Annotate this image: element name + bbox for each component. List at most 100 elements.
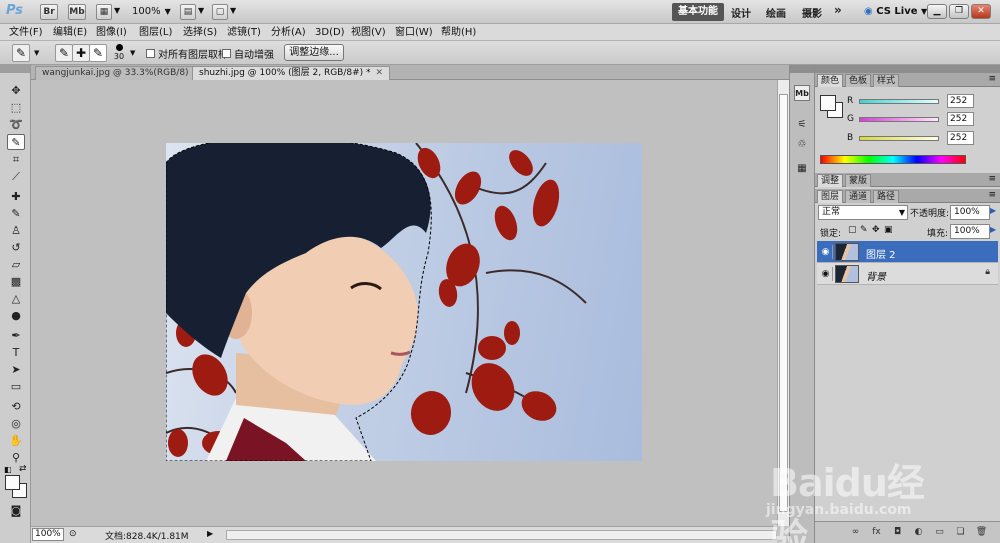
chevron-down-icon[interactable]: ▼ xyxy=(34,49,39,57)
minimize-button[interactable]: ▁ xyxy=(927,4,947,19)
screen-mode-icon[interactable]: ▢ xyxy=(212,4,228,20)
eraser-tool-icon[interactable]: ▱ xyxy=(7,257,25,273)
dock-header[interactable] xyxy=(815,65,1000,73)
menu-layer[interactable]: 图层(L) xyxy=(139,25,172,40)
tab-shuzhi[interactable]: shuzhi.jpg @ 100% (图层 2, RGB/8#) * ✕ xyxy=(192,66,391,80)
tab-wangjunkai[interactable]: wangjunkai.jpg @ 33.3%(RGB/8)✕ xyxy=(35,66,209,80)
chevron-down-icon[interactable]: ▼ xyxy=(198,6,204,15)
bridge-button[interactable]: Br xyxy=(40,4,58,20)
move-tool-icon[interactable]: ✥ xyxy=(7,83,25,99)
guides-icon[interactable]: ▦ xyxy=(96,4,112,20)
layer-name[interactable]: 图层 2 xyxy=(866,246,896,261)
lock-position-icon[interactable]: ✥ xyxy=(872,225,880,235)
layer-thumbnail[interactable] xyxy=(835,265,859,283)
add-mask-icon[interactable]: ◘ xyxy=(891,526,904,539)
layer-name[interactable]: 背景 xyxy=(866,268,886,283)
workspace-painting[interactable]: 绘画 xyxy=(766,5,786,20)
mini-bridge-icon[interactable]: Mb xyxy=(794,85,810,101)
type-tool-icon[interactable]: T xyxy=(7,345,25,361)
dock-header[interactable] xyxy=(790,65,814,73)
chevron-down-icon[interactable]: ▼ xyxy=(230,6,236,15)
tab-layers[interactable]: 图层 xyxy=(817,190,844,203)
canvas-pasteboard[interactable] xyxy=(31,80,777,526)
layer-row[interactable]: ◉ 背景 🔒︎ xyxy=(817,263,998,285)
channel-value[interactable]: 252 xyxy=(947,131,974,145)
tab-channels[interactable]: 通道 xyxy=(845,190,872,203)
fill-field[interactable]: 100% xyxy=(950,224,990,239)
layer-thumbnail[interactable] xyxy=(835,243,859,261)
pen-tool-icon[interactable]: ✒ xyxy=(7,328,25,344)
minibridge-button[interactable]: Mb xyxy=(68,4,86,20)
lock-transparent-icon[interactable]: ▢ xyxy=(848,225,857,235)
add-to-selection-icon[interactable]: ✚ xyxy=(72,44,90,62)
tools-panel-header[interactable] xyxy=(0,65,30,73)
channel-value[interactable]: 252 xyxy=(947,112,974,126)
eyedropper-tool-icon[interactable]: ⟋ xyxy=(7,169,25,185)
hand-tool-icon[interactable]: ✋ xyxy=(7,433,25,449)
close-icon[interactable]: ✕ xyxy=(376,68,384,78)
color-spectrum-bar[interactable] xyxy=(820,155,966,164)
menu-edit[interactable]: 编辑(E) xyxy=(53,25,87,40)
history-brush-tool-icon[interactable]: ↺ xyxy=(7,240,25,256)
tab-adjustments[interactable]: 调整 xyxy=(817,174,844,187)
menu-view[interactable]: 视图(V) xyxy=(351,25,386,40)
chevron-down-icon[interactable]: ▼ xyxy=(114,6,120,15)
tab-paths[interactable]: 路径 xyxy=(873,190,900,203)
subtract-from-selection-icon[interactable]: ✎ xyxy=(89,44,107,62)
workspace-design[interactable]: 设计 xyxy=(731,5,751,20)
more-workspaces-button[interactable]: » xyxy=(834,3,842,17)
tab-masks[interactable]: 蒙版 xyxy=(845,174,872,187)
lock-image-icon[interactable]: ✎ xyxy=(860,225,868,235)
3d-orbit-tool-icon[interactable]: ◎ xyxy=(7,416,25,432)
new-group-icon[interactable]: ▭ xyxy=(933,526,946,539)
fill-arrow-icon[interactable]: ▶ xyxy=(990,225,996,234)
channel-value[interactable]: 252 xyxy=(947,94,974,108)
menu-help[interactable]: 帮助(H) xyxy=(441,25,476,40)
visibility-eye-icon[interactable]: ◉ xyxy=(819,267,833,281)
new-selection-mode-icon[interactable]: ✎ xyxy=(55,44,73,62)
vertical-scrollbar[interactable] xyxy=(777,80,789,526)
quick-selection-tool-icon[interactable]: ✎ xyxy=(7,134,25,150)
menu-3d[interactable]: 3D(D) xyxy=(315,25,345,40)
menu-file[interactable]: 文件(F) xyxy=(9,25,43,40)
menu-image[interactable]: 图像(I) xyxy=(96,25,127,40)
layer-row[interactable]: ◉ 图层 2 xyxy=(817,241,998,263)
tab-color[interactable]: 颜色 xyxy=(817,74,844,87)
channel-slider[interactable] xyxy=(859,98,939,104)
swap-colors-icon[interactable]: ⇄ xyxy=(19,464,27,474)
channel-slider[interactable] xyxy=(859,116,939,122)
foreground-color-swatch[interactable] xyxy=(5,475,20,490)
3d-rotate-tool-icon[interactable]: ⟲ xyxy=(7,399,25,415)
close-button[interactable]: ✕ xyxy=(971,4,991,19)
cs-live-button[interactable]: ◉ CS Live ▼ xyxy=(864,6,927,17)
gradient-tool-icon[interactable]: ▩ xyxy=(7,274,25,290)
menu-window[interactable]: 窗口(W) xyxy=(395,25,433,40)
document-canvas[interactable] xyxy=(166,143,642,461)
delete-layer-icon[interactable]: 🗑︎ xyxy=(975,526,988,539)
arrange-documents-icon[interactable]: ▤ xyxy=(180,4,196,20)
link-layers-icon[interactable]: ∞ xyxy=(849,526,862,539)
shape-tool-icon[interactable]: ▭ xyxy=(7,379,25,395)
path-selection-tool-icon[interactable]: ➤ xyxy=(7,362,25,378)
blur-tool-icon[interactable]: △ xyxy=(7,291,25,307)
panel-menu-icon[interactable]: ≡ xyxy=(988,190,996,200)
clone-stamp-tool-icon[interactable]: ♙ xyxy=(7,223,25,239)
visibility-eye-icon[interactable]: ◉ xyxy=(819,245,833,259)
foreground-color-swatch[interactable] xyxy=(820,95,836,111)
status-zoom-field[interactable]: 100% xyxy=(32,528,64,541)
tab-styles[interactable]: 样式 xyxy=(873,74,900,87)
clone-source-icon[interactable]: ♲ xyxy=(794,137,810,153)
tab-swatches[interactable]: 色板 xyxy=(845,74,872,87)
menu-filter[interactable]: 滤镜(T) xyxy=(227,25,261,40)
lasso-tool-icon[interactable]: ➰ xyxy=(7,117,25,133)
workspace-essentials[interactable]: 基本功能 xyxy=(672,3,724,21)
menu-select[interactable]: 选择(S) xyxy=(183,25,217,40)
layer-style-icon[interactable]: fx xyxy=(870,526,883,539)
lock-all-icon[interactable]: ▣ xyxy=(884,225,893,235)
tool-presets-icon[interactable]: ▦ xyxy=(794,161,810,177)
status-arrow-icon[interactable]: ▶ xyxy=(207,529,213,538)
horizontal-scrollbar[interactable] xyxy=(226,530,777,540)
refine-edge-button[interactable]: 调整边缘... xyxy=(284,44,344,61)
quick-mask-icon[interactable]: ◙ xyxy=(7,503,25,519)
brush-tool-icon[interactable]: ✎ xyxy=(7,206,25,222)
